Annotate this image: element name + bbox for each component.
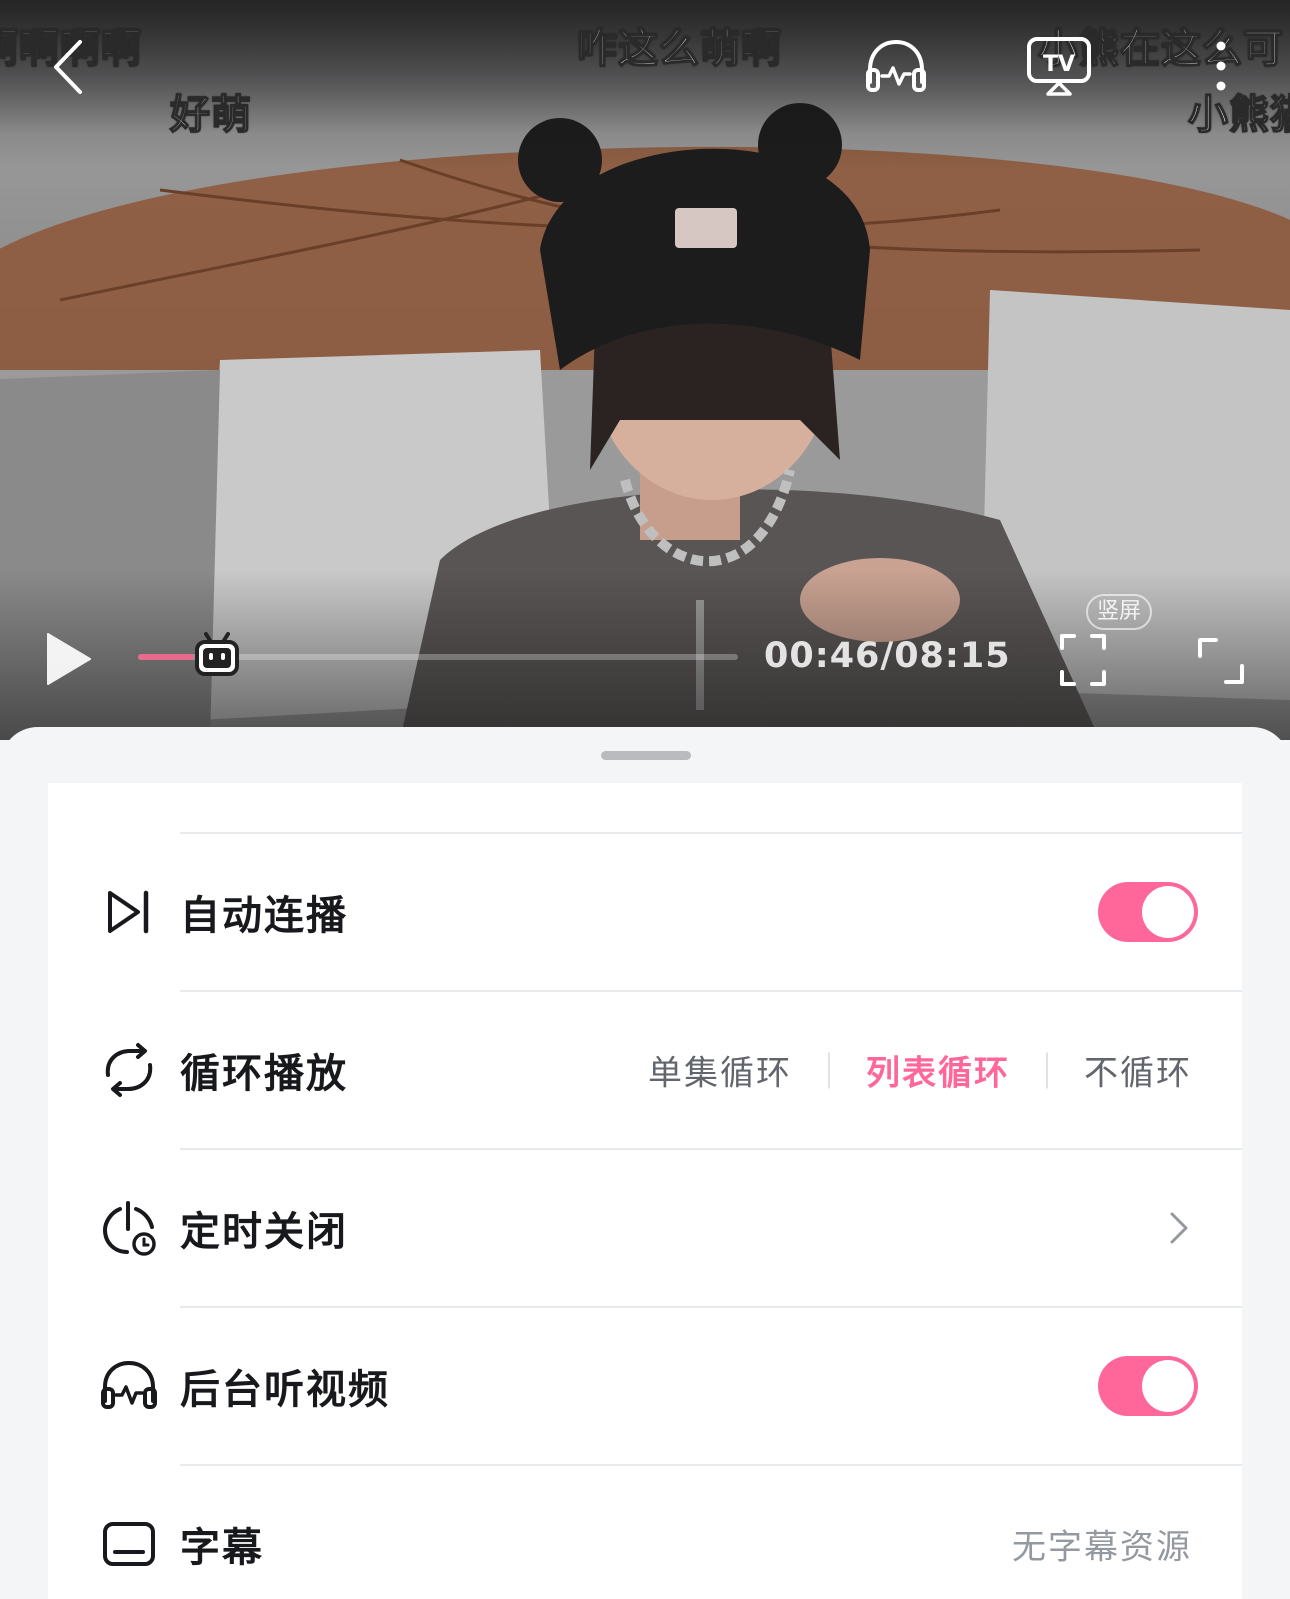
progress-bar[interactable] [138,632,738,676]
danmaku-comment: 咋这么萌啊 [576,25,782,73]
fullscreen-icon[interactable] [1196,636,1246,686]
video-player[interactable]: 啊啊啊啊 好萌 咋这么萌啊 小熊在这么可 小熊猫 TV [0,0,1290,740]
toggle-knob [1142,886,1194,938]
more-options-icon[interactable] [1206,36,1236,96]
settings-sheet: 自动连播 循环播放 单集循环 列表循环 不循环 定时关闭 后台听视频 字幕 无字… [0,727,1290,1599]
settings-card: 自动连播 循环播放 单集循环 列表循环 不循环 定时关闭 后台听视频 字幕 无字… [48,783,1242,1599]
tv-mascot-scrubber-icon[interactable] [192,630,242,680]
loop-icon [105,1043,153,1097]
sheet-drag-handle[interactable] [601,751,691,760]
setting-label: 后台听视频 [180,1367,390,1413]
danmaku-comment: 小熊猫 [1187,91,1290,139]
setting-autoplay[interactable]: 自动连播 [48,834,1242,990]
loop-option-none[interactable]: 不循环 [1048,1046,1192,1095]
chevron-right-icon [1170,1212,1188,1244]
setting-label: 循环播放 [180,1051,348,1097]
loop-mode-options: 单集循环 列表循环 不循环 [612,1046,1192,1095]
setting-loop: 循环播放 单集循环 列表循环 不循环 [48,992,1242,1148]
setting-background-audio[interactable]: 后台听视频 [48,1308,1242,1464]
toggle-knob [1142,1360,1194,1412]
danmaku-comment: 好萌 [169,91,252,139]
headphones-icon [101,1360,157,1409]
loop-option-single[interactable]: 单集循环 [612,1046,828,1095]
vertical-mode-label: 竖屏 [1086,594,1152,630]
playback-time: 00:46/08:15 [764,636,1011,676]
back-arrow-icon[interactable] [44,36,94,98]
subtitle-icon [103,1522,155,1566]
setting-subtitles[interactable]: 字幕 无字幕资源 [48,1466,1242,1599]
autoplay-toggle[interactable] [1098,882,1198,942]
vertical-screen-icon[interactable] [1058,632,1108,688]
background-audio-toggle[interactable] [1098,1356,1198,1416]
cast-tv-icon[interactable]: TV [1026,36,1092,96]
audio-mode-icon[interactable] [864,36,928,98]
svg-text:TV: TV [1043,52,1075,77]
setting-label: 字幕 [180,1525,264,1571]
progress-fill [138,654,195,660]
play-icon[interactable] [40,628,96,690]
skip-next-icon [108,890,149,934]
setting-label: 定时关闭 [180,1209,348,1255]
subtitle-status: 无字幕资源 [1012,1527,1192,1568]
timer-icon [102,1201,156,1256]
setting-label: 自动连播 [180,893,348,939]
loop-option-list[interactable]: 列表循环 [830,1046,1046,1095]
setting-sleep-timer[interactable]: 定时关闭 [48,1150,1242,1306]
